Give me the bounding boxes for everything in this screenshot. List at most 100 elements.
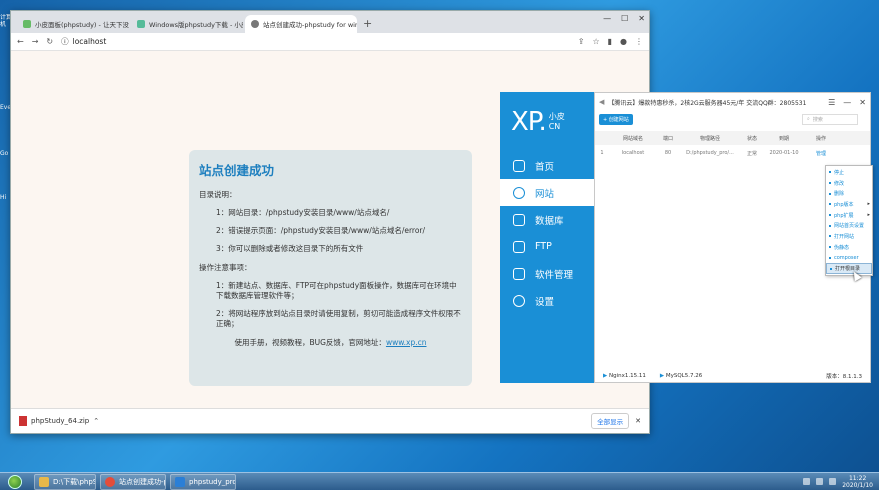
tab-site-created[interactable]: 站点创建成功-phpstudy for win ✕ — [245, 15, 357, 33]
start-button[interactable] — [0, 473, 30, 490]
menu-item-rewrite[interactable]: 伪静态 — [826, 242, 872, 253]
cell: 正常 — [746, 150, 757, 157]
maximize-icon[interactable]: ☐ — [621, 14, 628, 23]
browser-toolbar: ← → ↻ ⓘ localhost ⇪ ☆ ▮ ● ⋮ — [11, 33, 649, 51]
system-tray: 11:22 2020/1/10 — [803, 475, 879, 489]
dir-heading: 目录说明： — [199, 190, 237, 199]
address-bar[interactable]: ⓘ localhost — [61, 36, 570, 47]
menu-item-composer[interactable]: composer — [826, 253, 872, 264]
manual-line: 使用手册，视频教程，BUG反馈，官网地址：www.xp.cn — [199, 337, 462, 348]
menu-item-delete[interactable]: 删除 — [826, 188, 872, 199]
zip-file-icon — [19, 416, 27, 426]
ops-item: 1：新建站点、数据库、FTP可在phpstudy面板操作，数据库可在环境中下载数… — [216, 281, 457, 300]
clock-time: 11:22 — [848, 474, 867, 482]
database-icon — [513, 213, 525, 226]
profile-icon[interactable]: ● — [620, 37, 627, 46]
menu-item-open-root-dir[interactable]: 打开根目录 — [826, 263, 872, 274]
forward-icon[interactable]: → — [32, 37, 39, 46]
tab-label: 站点创建成功-phpstudy for win — [263, 21, 357, 29]
manage-context-menu: 停止 修改 删除 php版本 ▸ php扩展 ▸ 网站首页设置 打开网站 伪静态 c… — [825, 165, 873, 276]
nav-label: 软件管理 — [535, 269, 574, 281]
new-tab-button[interactable]: + — [363, 17, 372, 30]
sidebar-icon[interactable]: ▮ — [608, 37, 612, 46]
col-header: 操作 — [815, 135, 826, 142]
menu-item-php-version[interactable]: php版本 ▸ — [826, 199, 872, 210]
search-input[interactable]: ⌕ 搜索 — [802, 113, 858, 125]
window-controls: — ☐ ✕ — [603, 14, 645, 23]
network-icon[interactable] — [803, 478, 811, 485]
ops-item: 2：将网站程序放到站点目录时请使用复制，剪切可能造成程序文件权限不正确； — [216, 309, 461, 328]
notice-text[interactable]: 【腾讯云】爆款特惠秒杀，2核2G云服务器45元/年 交流QQ群：2805531 — [608, 98, 806, 107]
col-header: 端口 — [662, 135, 673, 142]
minimize-icon[interactable]: — — [843, 98, 851, 107]
menu-icon[interactable]: ⋮ — [635, 37, 643, 46]
col-header: 到期 — [778, 135, 789, 142]
address-text: localhost — [72, 37, 107, 46]
tab-download-page[interactable]: Windows版phpstudy下载 - 小皮 ✕ — [131, 15, 243, 33]
nav-software[interactable]: 软件管理 — [500, 260, 594, 287]
nav-settings[interactable]: 设置 — [500, 287, 594, 314]
reload-icon[interactable]: ↻ — [46, 37, 53, 46]
taskbar: D:\下载\phpStud... 站点创建成功-ph... phpstudy_p… — [0, 472, 879, 490]
chrome-icon — [105, 476, 115, 487]
version-label: 版本：8.1.1.3 — [826, 374, 862, 380]
official-site-link[interactable]: www.xp.cn — [386, 338, 427, 347]
download-item[interactable]: phpStudy_64.zip ⌃ — [19, 416, 99, 426]
menu-item-stop[interactable]: 停止 — [826, 167, 872, 178]
close-icon[interactable]: ✕ — [859, 98, 866, 107]
flag-icon[interactable] — [829, 478, 837, 485]
menu-item-php-extensions[interactable]: php扩展 ▸ — [826, 210, 872, 221]
gear-icon — [513, 294, 525, 307]
clock[interactable]: 11:22 2020/1/10 — [842, 475, 873, 489]
taskbar-phpstudy[interactable]: phpstudy_pro — [170, 473, 236, 490]
download-bar: phpStudy_64.zip ⌃ 全部显示 ✕ — [11, 408, 649, 433]
menu-item-edit[interactable]: 修改 — [826, 178, 872, 189]
logo-text: XP. — [511, 107, 547, 137]
close-icon[interactable]: ✕ — [638, 14, 645, 23]
clock-date: 2020/1/10 — [842, 481, 873, 489]
home-icon — [513, 159, 525, 172]
share-icon[interactable]: ⇪ — [578, 37, 585, 46]
nav-ftp[interactable]: FTP — [500, 233, 594, 260]
info-icon[interactable]: ⓘ — [61, 36, 69, 47]
phpstudy-sidebar: XP. 小皮 CN 首页 网站 数据库 FTP 软件管理 设置 — [500, 92, 594, 383]
table-row[interactable]: 1 localhost 80 D:/phpstudy_pro/... 正常 20… — [595, 145, 870, 161]
tab-label: 小皮面板(phpstudy) - 让天下没有 — [35, 21, 129, 29]
col-header: 网站域名 — [622, 135, 643, 142]
taskbar-explorer[interactable]: D:\下载\phpStud... — [34, 473, 96, 490]
dir-item: 3：你可以删除或者修改这目录下的所有文件 — [216, 244, 364, 253]
search-icon: ⌕ — [807, 116, 810, 122]
menu-icon[interactable]: ☰ — [828, 98, 835, 107]
menu-item-homepage-settings[interactable]: 网站首页设置 — [826, 220, 872, 231]
cell: 1 — [600, 150, 604, 156]
favicon-icon — [137, 20, 145, 28]
volume-icon[interactable] — [816, 478, 824, 485]
nav-home[interactable]: 首页 — [500, 152, 594, 179]
taskbar-chrome[interactable]: 站点创建成功-ph... — [100, 473, 166, 490]
nav-website[interactable]: 网站 — [500, 179, 594, 206]
minimize-icon[interactable]: — — [603, 14, 611, 23]
cell: 80 — [664, 150, 672, 156]
search-placeholder: 搜索 — [812, 116, 823, 123]
nav-label: 网站 — [535, 188, 555, 200]
back-icon[interactable]: ← — [17, 37, 24, 46]
show-all-button[interactable]: 全部显示 — [591, 413, 630, 429]
create-site-button[interactable]: + 创建网站 — [599, 113, 633, 125]
tab-xp-panel[interactable]: 小皮面板(phpstudy) - 让天下没有 ✕ — [17, 15, 129, 33]
xp-logo: XP. 小皮 CN — [500, 92, 594, 152]
chevron-up-icon[interactable]: ⌃ — [93, 417, 99, 425]
cell: D:/phpstudy_pro/... — [686, 150, 734, 156]
phpstudy-icon — [175, 476, 185, 487]
tab-label: Windows版phpstudy下载 - 小皮 — [149, 21, 243, 29]
manage-button[interactable]: 管理 — [805, 150, 837, 157]
taskbar-label: 站点创建成功-ph... — [119, 477, 165, 486]
folder-icon — [39, 476, 49, 487]
nginx-status: ▶ Nginx1.15.11 — [603, 373, 646, 379]
star-icon[interactable]: ☆ — [592, 37, 599, 46]
menu-item-open-site[interactable]: 打开网站 — [826, 231, 872, 242]
favicon-icon — [23, 20, 31, 28]
notice-bar: ◀ 【腾讯云】爆款特惠秒杀，2核2G云服务器45元/年 交流QQ群：280553… — [595, 93, 870, 111]
close-download-bar-icon[interactable]: ✕ — [635, 417, 641, 425]
nav-database[interactable]: 数据库 — [500, 206, 594, 233]
site-created-card: 站点创建成功 目录说明： 1：网站目录：/phpstudy安装目录/www/站点… — [189, 150, 472, 386]
